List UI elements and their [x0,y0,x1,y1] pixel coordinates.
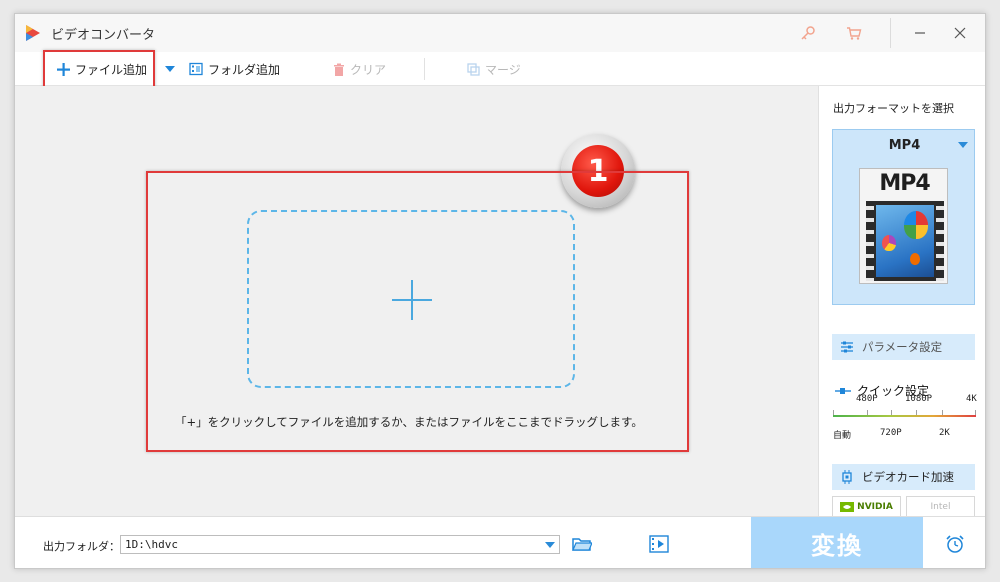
drop-area-highlight [146,171,689,452]
folder-film-icon [189,62,203,76]
output-folder-path: 1D:\hdvc [125,538,178,551]
app-window: ビデオコンバータ ファイル追加 フォルダ追加 クリア マージ 「+」をクリックし… [14,13,986,569]
toolbar: ファイル追加 フォルダ追加 クリア マージ [15,52,985,86]
format-name: MP4 [888,138,921,153]
app-logo-icon [26,25,40,41]
parameter-settings-label: パラメータ設定 [862,340,943,354]
add-file-highlight [43,50,155,90]
add-folder-button[interactable]: フォルダ追加 [189,52,280,86]
quality-label-auto: 自動 [833,431,852,441]
quality-label-720p: 720P [880,428,902,438]
output-format-title: 出力フォーマットを選択 [833,102,954,115]
sliders-icon [840,340,854,354]
toolbar-divider [424,58,425,80]
quality-label-2k: 2K [939,428,950,438]
gpu-acceleration-label: ビデオカード加速 [862,470,954,484]
key-icon[interactable] [797,22,819,44]
merge-label: マージ [485,62,521,77]
format-selector[interactable]: MP4 MP4 [832,129,975,305]
format-thumbnail: MP4 [859,168,948,284]
output-format-panel: 出力フォーマットを選択 MP4 MP4 パラメータ設定 クイック設定 480P … [818,86,985,518]
add-file-dropdown[interactable] [165,52,175,86]
gpu-acceleration-button[interactable]: ビデオカード加速 [832,464,975,490]
quality-slider[interactable] [833,415,976,417]
close-icon[interactable] [949,22,971,44]
quick-settings-icon [835,387,851,394]
open-folder-icon[interactable] [570,532,594,556]
trash-icon [333,63,345,76]
format-dropdown-icon[interactable] [958,142,968,148]
app-title: ビデオコンバータ [51,28,156,43]
merge-button[interactable]: マージ [467,52,521,86]
intel-option[interactable]: Intel [906,496,975,518]
quality-label-1080p: 1080P [905,394,933,404]
chip-icon [840,470,854,484]
output-folder-dropdown-icon[interactable] [545,542,555,548]
quality-label-480p: 480P [856,394,878,404]
title-bar: ビデオコンバータ [15,14,985,52]
minimize-icon[interactable] [909,22,931,44]
convert-button[interactable]: 変換 [751,517,923,568]
clear-label: クリア [350,62,387,77]
film-strip-icon [866,201,944,281]
format-thumb-label: MP4 [879,171,930,196]
nvidia-label: NVIDIA [857,502,893,512]
quality-label-4k: 4K [966,394,977,404]
output-folder-label: 出力フォルダ： [43,540,120,553]
nvidia-option[interactable]: NVIDIA [832,496,901,518]
parameter-settings-button[interactable]: パラメータ設定 [832,334,975,360]
intel-label: Intel [930,502,951,512]
nvidia-logo-icon [840,502,855,512]
caret-down-icon [165,66,175,72]
clear-button[interactable]: クリア [333,52,386,86]
preview-video-icon[interactable] [647,532,671,556]
add-folder-label: フォルダ追加 [208,62,281,77]
alarm-clock-icon[interactable] [943,532,967,556]
cart-icon[interactable] [843,22,865,44]
titlebar-divider [890,18,891,48]
bottom-bar: 出力フォルダ： 1D:\hdvc 変換 [15,516,985,568]
output-folder-field[interactable]: 1D:\hdvc [120,535,560,554]
merge-icon [467,62,480,76]
